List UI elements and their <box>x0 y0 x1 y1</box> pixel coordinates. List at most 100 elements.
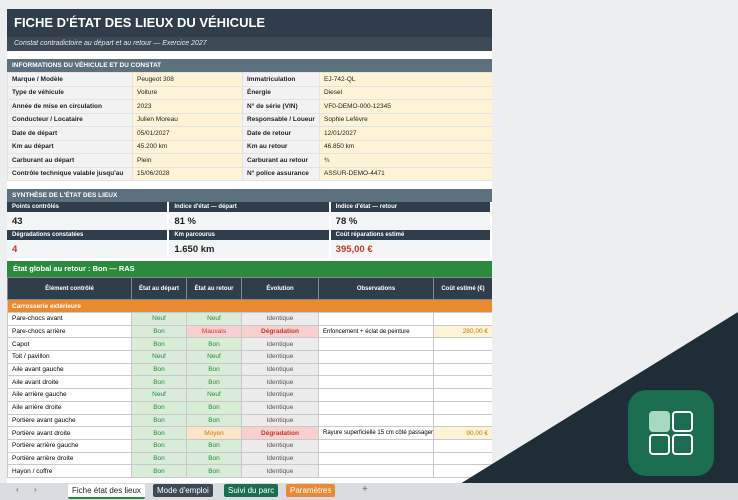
tab-fiche-etat[interactable]: Fiche état des lieux <box>68 484 145 499</box>
evolution-cell[interactable]: Identique <box>241 375 319 390</box>
element-cell[interactable]: Portière arrière gauche <box>7 438 132 453</box>
tab-next-icon[interactable]: › <box>34 485 37 494</box>
column-header[interactable]: État au départ <box>131 277 187 300</box>
evolution-cell[interactable]: Identique <box>241 451 319 466</box>
observation-cell[interactable] <box>318 388 434 402</box>
kpi-value[interactable]: 78 % <box>329 212 492 230</box>
etat-depart-cell[interactable]: Bon <box>131 451 187 466</box>
etat-retour-cell[interactable]: Bon <box>186 337 242 352</box>
observation-cell[interactable] <box>318 400 434 415</box>
etat-retour-cell[interactable]: Bon <box>186 438 242 453</box>
info-value[interactable]: Peugeot 308 <box>132 72 243 87</box>
info-value[interactable]: 12/01/2027 <box>319 126 492 141</box>
evolution-cell[interactable]: Identique <box>241 337 319 352</box>
evolution-cell[interactable]: Identique <box>241 350 319 364</box>
cost-cell[interactable] <box>433 375 492 390</box>
info-value[interactable]: Plein <box>132 153 243 168</box>
observation-cell[interactable] <box>318 375 434 390</box>
info-value[interactable]: 15/06/2028 <box>132 166 243 181</box>
tab-mode-emploi[interactable]: Mode d'emploi <box>153 484 213 497</box>
element-cell[interactable]: Portière avant gauche <box>7 413 132 428</box>
kpi-value[interactable]: 4 <box>7 240 170 258</box>
kpi-value[interactable]: 395,00 € <box>329 240 492 258</box>
column-header[interactable]: Évolution <box>241 277 319 300</box>
cost-cell[interactable] <box>433 337 492 352</box>
observation-cell[interactable] <box>318 312 434 326</box>
evolution-cell[interactable]: Identique <box>241 464 319 478</box>
etat-depart-cell[interactable]: Bon <box>131 438 187 453</box>
element-cell[interactable]: Aile arrière gauche <box>7 388 132 402</box>
tab-suivi-parc[interactable]: Suivi du parc <box>224 484 279 497</box>
cost-cell[interactable]: 90,00 € <box>433 426 492 440</box>
observation-cell[interactable] <box>318 438 434 453</box>
observation-cell[interactable] <box>318 464 434 478</box>
etat-depart-cell[interactable]: Bon <box>131 464 187 478</box>
etat-depart-cell[interactable]: Bon <box>131 337 187 352</box>
info-value[interactable]: ¾ <box>319 153 492 168</box>
element-cell[interactable]: Aile arrière droite <box>7 400 132 415</box>
etat-retour-cell[interactable]: Mauvais <box>186 324 242 339</box>
observation-cell[interactable] <box>318 413 434 428</box>
evolution-cell[interactable]: Identique <box>241 312 319 326</box>
evolution-cell[interactable]: Identique <box>241 400 319 415</box>
info-value[interactable]: Voiture <box>132 85 243 100</box>
observation-cell[interactable]: Enfoncement + éclat de peinture <box>318 324 434 339</box>
etat-depart-cell[interactable]: Bon <box>131 324 187 339</box>
add-sheet-icon[interactable]: + <box>362 484 368 495</box>
etat-depart-cell[interactable]: Neuf <box>131 350 187 364</box>
evolution-cell[interactable]: Identique <box>241 413 319 428</box>
etat-depart-cell[interactable]: Bon <box>131 362 187 377</box>
tab-parametres[interactable]: Paramètres <box>286 484 336 497</box>
column-header[interactable]: Coût estimé (€) <box>433 277 492 300</box>
etat-retour-cell[interactable]: Neuf <box>186 350 242 364</box>
element-cell[interactable]: Aile avant gauche <box>7 362 132 377</box>
evolution-cell[interactable]: Identique <box>241 362 319 377</box>
etat-retour-cell[interactable]: Bon <box>186 413 242 428</box>
etat-retour-cell[interactable]: Bon <box>186 451 242 466</box>
info-value[interactable]: Sophie Lefèvre <box>319 112 492 127</box>
etat-depart-cell[interactable]: Neuf <box>131 388 187 402</box>
element-cell[interactable]: Hayon / coffre <box>7 464 132 478</box>
category-row[interactable]: Carrosserie extérieure <box>7 299 492 313</box>
cost-cell[interactable] <box>433 438 492 453</box>
observation-cell[interactable] <box>318 451 434 466</box>
observation-cell[interactable] <box>318 337 434 352</box>
info-value[interactable]: VF0-DEMO-000-12345 <box>319 99 492 114</box>
element-cell[interactable]: Portière avant droite <box>7 426 132 440</box>
cost-cell[interactable] <box>433 464 492 478</box>
cost-cell[interactable] <box>433 413 492 428</box>
kpi-value[interactable]: 81 % <box>168 212 331 230</box>
cost-cell[interactable] <box>433 362 492 377</box>
evolution-cell[interactable]: Dégradation <box>241 324 319 339</box>
evolution-cell[interactable]: Dégradation <box>241 426 319 440</box>
etat-retour-cell[interactable]: Bon <box>186 464 242 478</box>
etat-depart-cell[interactable]: Bon <box>131 375 187 390</box>
cost-cell[interactable]: 280,00 € <box>433 324 492 339</box>
etat-depart-cell[interactable]: Bon <box>131 400 187 415</box>
element-cell[interactable]: Toit / pavillon <box>7 350 132 364</box>
element-cell[interactable]: Pare-chocs avant <box>7 312 132 326</box>
info-value[interactable]: 2023 <box>132 99 243 114</box>
kpi-value[interactable]: 43 <box>7 212 170 230</box>
info-value[interactable]: Diesel <box>319 85 492 100</box>
cost-cell[interactable] <box>433 312 492 326</box>
etat-retour-cell[interactable]: Bon <box>186 400 242 415</box>
etat-retour-cell[interactable]: Neuf <box>186 388 242 402</box>
etat-retour-cell[interactable]: Bon <box>186 375 242 390</box>
cost-cell[interactable] <box>433 388 492 402</box>
etat-retour-cell[interactable]: Moyen <box>186 426 242 440</box>
tab-prev-icon[interactable]: ‹ <box>16 485 19 494</box>
element-cell[interactable]: Portière arrière droite <box>7 451 132 466</box>
info-value[interactable]: 46.850 km <box>319 139 492 154</box>
column-header[interactable]: Observations <box>318 277 434 300</box>
cost-cell[interactable] <box>433 350 492 364</box>
observation-cell[interactable] <box>318 350 434 364</box>
info-value[interactable]: EJ-742-QL <box>319 72 492 87</box>
etat-depart-cell[interactable]: Neuf <box>131 312 187 326</box>
cost-cell[interactable] <box>433 400 492 415</box>
element-cell[interactable]: Capot <box>7 337 132 352</box>
info-value[interactable]: 05/01/2027 <box>132 126 243 141</box>
element-cell[interactable]: Aile avant droite <box>7 375 132 390</box>
element-cell[interactable]: Pare-chocs arrière <box>7 324 132 339</box>
column-header[interactable]: Élément contrôlé <box>7 277 132 300</box>
